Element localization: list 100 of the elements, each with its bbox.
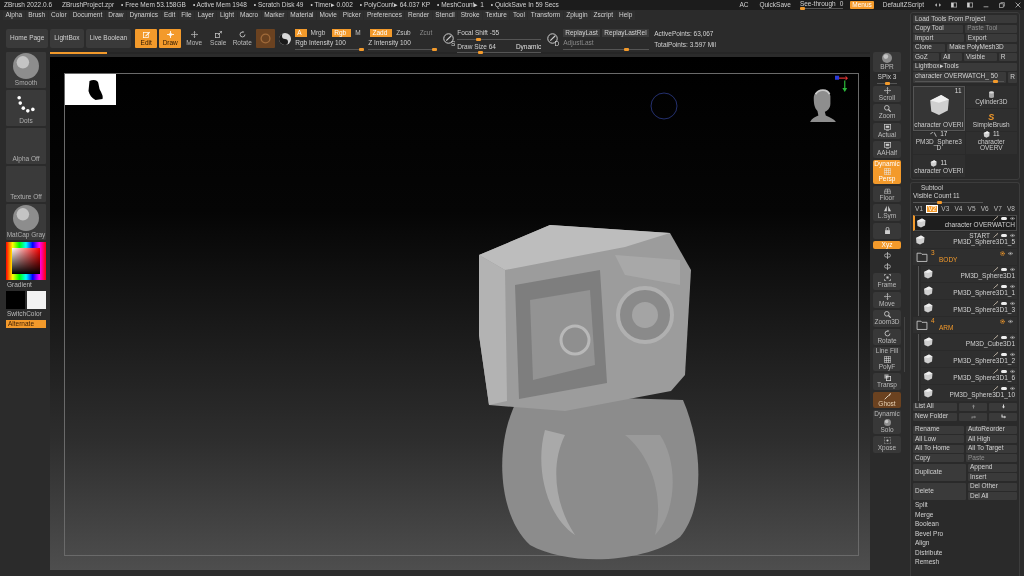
eye-icon [1010,284,1015,290]
move-arrows-icon [190,30,198,38]
lock-icon [883,227,891,234]
layout-button[interactable] [949,1,958,9]
down-arrow-icon [1000,404,1006,409]
toggle-icon[interactable] [1001,336,1007,340]
ring-icon [260,33,272,44]
eye-icon [1010,233,1015,239]
slider-thumb[interactable] [476,37,482,41]
slider-thumb[interactable] [937,200,943,204]
toggle-icon[interactable] [1001,268,1007,272]
sphere-icon [883,418,891,426]
eye-icon [1008,250,1013,256]
sphere-icon [13,53,39,79]
axis-gizmo-icon[interactable] [835,74,848,92]
resize-arrows-icon [934,2,941,8]
brush-icon [993,369,998,375]
gear-icon [1000,250,1005,256]
scale-icon [214,30,222,38]
magnifier-icon [883,105,891,112]
brush-icon [993,284,998,290]
up-arrow-icon [970,404,976,409]
gear-icon [1000,318,1005,324]
toggle-icon[interactable] [1001,353,1007,357]
eye-icon [1010,267,1015,273]
pencil-icon [142,30,150,38]
bent-arrow-icon [970,414,976,419]
cube-icon [930,160,938,167]
floor-grid-icon [883,186,891,194]
rotate-icon [883,329,891,337]
restore-icon [998,2,1005,8]
symmetry-icon [883,205,891,212]
eye-icon [1008,318,1013,324]
slider-thumb[interactable] [477,51,483,54]
resize-button[interactable] [933,1,942,9]
rotate-axis-icon [883,252,891,259]
lock-button[interactable] [873,222,901,239]
cube-icon [923,387,933,398]
folder-icon [916,251,928,262]
color-swatch-icon[interactable] [27,291,46,309]
move-arrows-icon [883,292,891,300]
slider-thumb[interactable] [359,47,365,51]
grid-icon [883,355,891,363]
line-segments-icon [930,130,938,138]
slider-thumb[interactable] [884,81,890,85]
slider-thumb[interactable] [432,47,438,51]
color-picker[interactable] [6,242,46,280]
toggle-icon[interactable] [1001,370,1007,374]
brush-icon [993,216,998,222]
cube-icon [923,302,933,313]
rotate-icon [238,30,246,38]
brush-icon [993,267,998,273]
eye-icon [1010,216,1015,222]
slider-thumb[interactable] [993,79,999,83]
toggle-icon[interactable] [1001,217,1007,221]
rotate-axis-icon [883,263,891,270]
eye-icon [1010,386,1015,392]
brush-icon [993,352,998,358]
cube-icon [923,370,933,381]
dots-icon [17,95,35,113]
cube-icon [982,130,990,138]
grid-icon [883,168,891,175]
arrow-button[interactable] [989,412,1017,421]
move-down-button[interactable] [989,402,1017,411]
sphere-icon [13,205,39,231]
swirl-sphere-icon [279,32,292,45]
eye-icon [1010,335,1015,341]
crosshair-icon [166,30,174,38]
restore-button[interactable] [997,1,1006,9]
cube-icon [923,353,933,364]
slider-thumb[interactable] [799,7,805,11]
bent-arrow-icon [1000,414,1006,419]
brush-icon [993,301,998,307]
layout-button[interactable] [965,1,974,9]
close-icon [1014,2,1021,8]
toggle-icon[interactable] [1001,302,1007,306]
overlap-squares-icon [883,374,891,381]
thumbnail-drawing [65,74,116,105]
logo-letter: S [988,113,995,121]
toggle-icon[interactable] [1001,234,1007,238]
eye-icon [1010,352,1015,358]
cube-icon [928,93,950,116]
close-button[interactable] [1013,1,1022,9]
layout-icon [950,2,957,8]
layout-icon [966,2,973,8]
brush-cursor-icon [650,92,678,120]
brush-icon [993,386,998,392]
slashed-circle-icon [546,33,558,44]
folder-icon [916,319,928,330]
cylinder-icon [987,91,995,98]
cube-icon [923,285,933,296]
dotted-square-icon [883,437,891,444]
color-swatch-icon[interactable] [6,291,25,309]
eye-icon [1010,301,1015,307]
toggle-icon[interactable] [1001,285,1007,289]
move-arrows-icon [883,86,891,94]
magnifier-icon [883,311,891,318]
toggle-icon[interactable] [1001,387,1007,391]
frame-icon [883,274,891,281]
screen-icon [883,142,891,149]
